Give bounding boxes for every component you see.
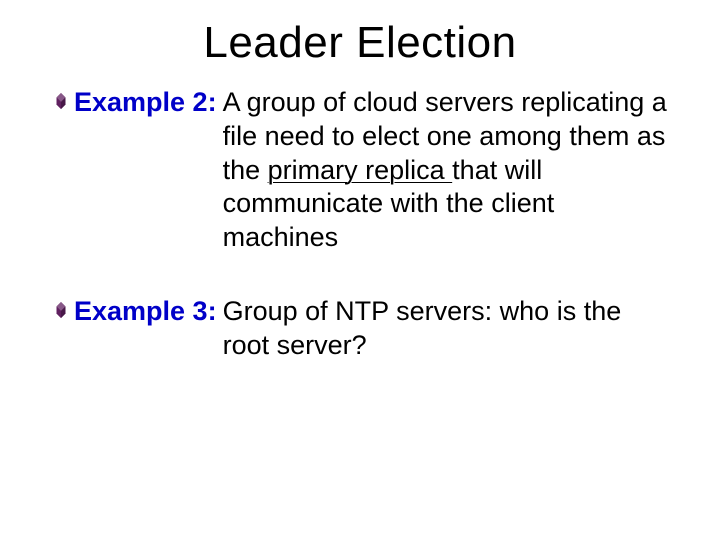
bullet-item: Example 3: Group of NTP servers: who is …: [52, 295, 670, 363]
diamond-bullet-icon: [52, 301, 72, 321]
diamond-bullet-icon: [52, 92, 72, 112]
slide-body: Example 2: A group of cloud servers repl…: [0, 68, 720, 362]
example-label: Example 3:: [74, 295, 223, 329]
slide: Leader Election Example 2: A group of cl…: [0, 0, 720, 540]
example-description: A group of cloud servers replicating a f…: [223, 86, 670, 255]
example-label: Example 2:: [74, 86, 223, 120]
bullet-item: Example 2: A group of cloud servers repl…: [52, 86, 670, 255]
example-description: Group of NTP servers: who is the root se…: [223, 295, 670, 363]
slide-title: Leader Election: [0, 0, 720, 68]
